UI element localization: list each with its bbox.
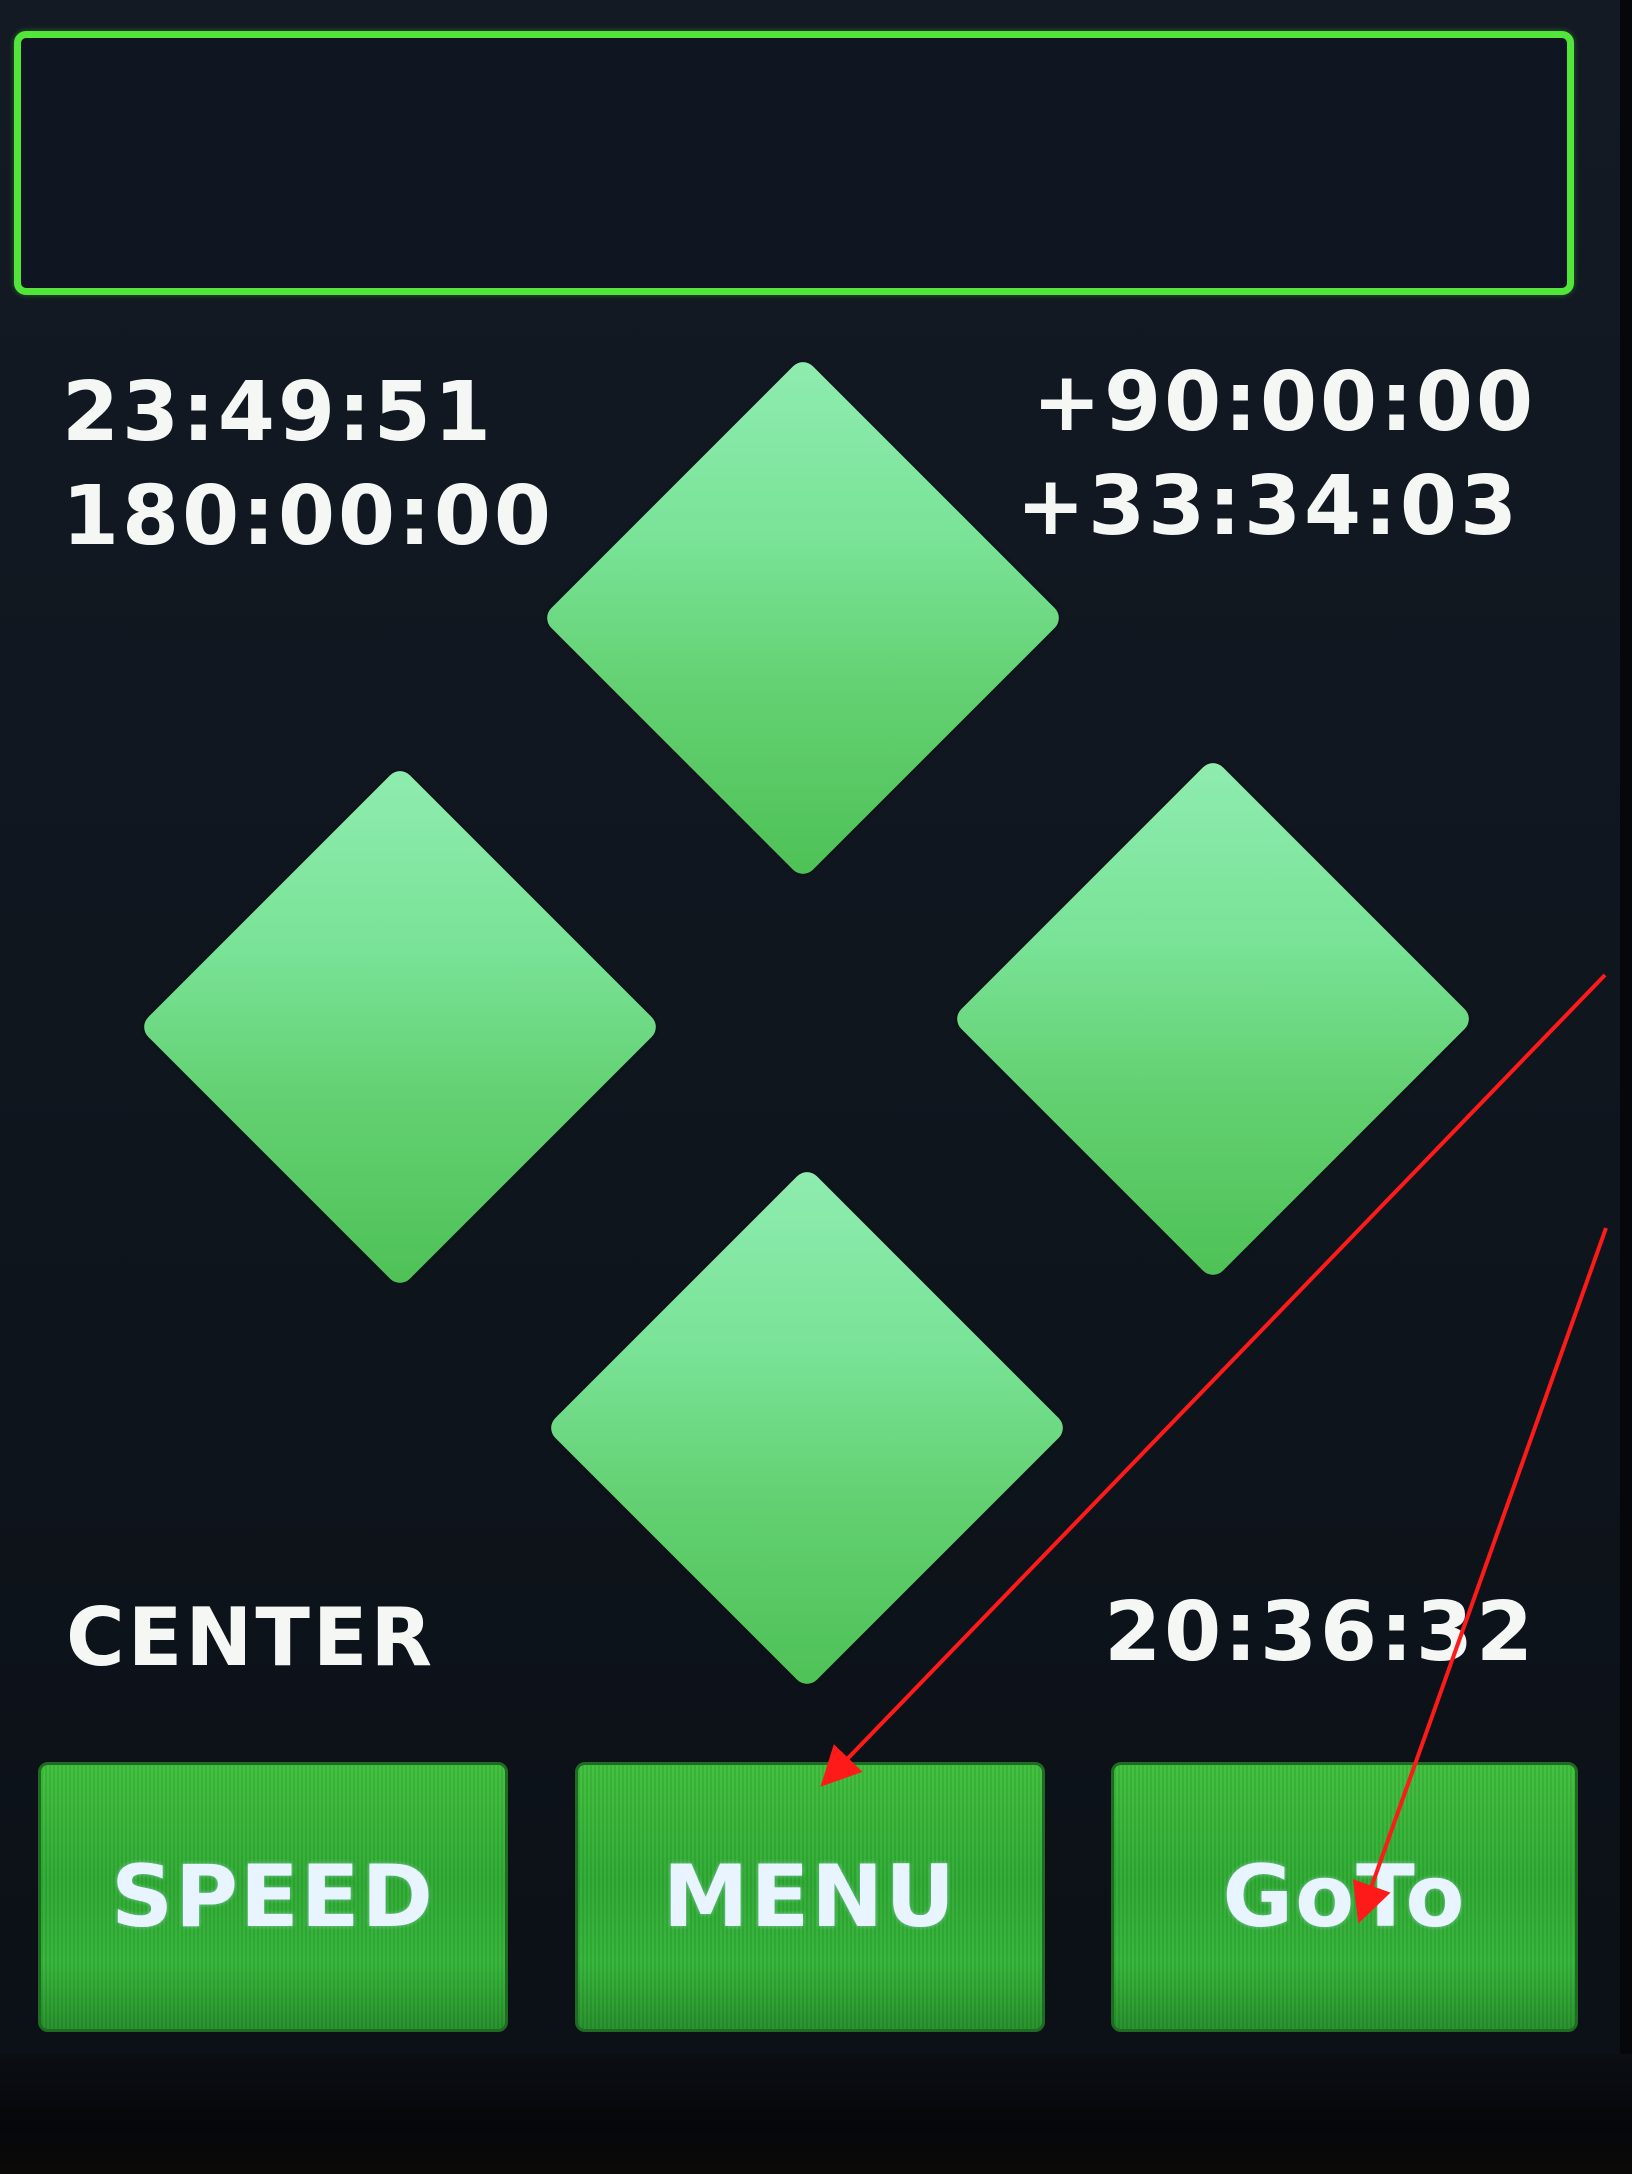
- mode-label: CENTER: [66, 1591, 436, 1684]
- dpad-down-button[interactable]: [545, 1166, 1069, 1690]
- device-bezel-bottom: [0, 2054, 1632, 2174]
- status-message-box: [14, 31, 1574, 295]
- speed-button-label: SPEED: [111, 1847, 435, 1947]
- goto-button[interactable]: GoTo: [1111, 1762, 1578, 2032]
- speed-button[interactable]: SPEED: [38, 1762, 508, 2032]
- dpad-left-button[interactable]: [138, 765, 662, 1289]
- time-readout: 23:49:51: [62, 365, 494, 460]
- azimuth-readout: 180:00:00: [62, 469, 554, 564]
- goto-button-label: GoTo: [1222, 1847, 1467, 1947]
- altitude-readout-lower: +33:34:03: [1016, 459, 1520, 554]
- altitude-readout-upper: +90:00:00: [1032, 355, 1536, 450]
- dpad-up-button[interactable]: [541, 356, 1065, 880]
- menu-button[interactable]: MENU: [575, 1762, 1045, 2032]
- time-readout-lower: 20:36:32: [1104, 1585, 1536, 1680]
- device-bezel-right: [1620, 0, 1632, 2174]
- menu-button-label: MENU: [662, 1847, 958, 1947]
- dpad-right-button[interactable]: [951, 757, 1475, 1281]
- hand-controller-screen: 23:49:51 180:00:00 +90:00:00 +33:34:03 C…: [0, 0, 1632, 2174]
